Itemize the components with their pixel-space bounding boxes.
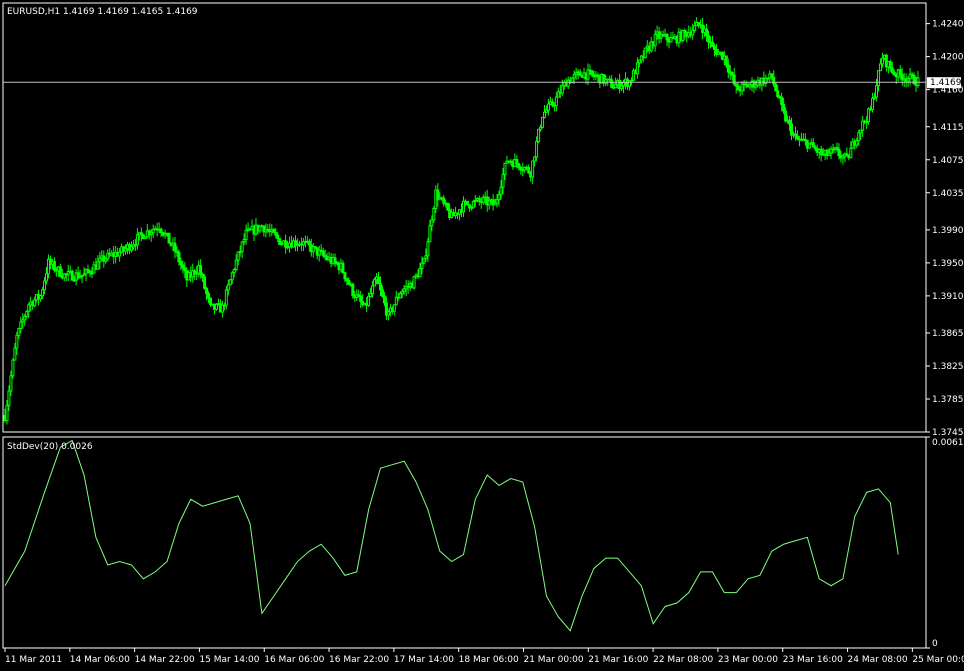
candle [392,304,396,316]
y-tick-label: 1.4035 [932,189,964,199]
candle [58,263,62,278]
y-tick-label: 1.3745 [932,428,964,438]
y-tick-label: 1.3910 [932,292,964,302]
candle [610,75,614,89]
y-tick-label: 0 [932,639,938,649]
x-tick-label: 15 Mar 14:00 [199,655,259,665]
candle [871,92,875,113]
candle [240,241,244,259]
candle [537,128,541,144]
current-price-label: 1.4169 [930,78,962,88]
y-tick-label: 1.3865 [932,329,964,339]
x-tick-label: 17 Mar 14:00 [394,655,454,665]
candle [294,235,297,252]
x-tick-label: 16 Mar 22:00 [329,655,389,665]
candle [481,194,485,205]
y-tick-label: 1.4240 [932,20,964,30]
candles-layer [3,17,920,425]
candle [774,82,778,92]
x-axis: 11 Mar 2011 14 Mar 06:00 14 Mar 22:00 15 Ma… [4,648,964,665]
candle [70,269,74,281]
candle [618,73,622,94]
candle [861,115,865,137]
candle [135,228,139,250]
candle [916,70,920,89]
chart-root: 1.42401.42001.41601.41151.40751.40351.39… [2,2,964,665]
x-tick-label: 11 Mar 2011 [5,655,62,665]
candle [701,17,705,40]
candle [491,194,495,211]
candle [341,260,345,274]
candle [151,224,155,239]
indicator-panel-title: StdDev(20) 0.0026 [7,442,93,452]
candle [819,145,823,162]
candle [412,275,416,290]
y-tick-label: 1.3785 [932,395,964,405]
main-panel-frame [2,2,927,433]
candle [80,274,84,284]
candle [333,253,337,268]
candle [807,143,811,150]
candle [173,236,177,259]
candle [740,81,744,95]
x-tick-label: 16 Mar 06:00 [264,655,324,665]
x-tick-label: 23 Mar 16:00 [783,655,843,665]
candle [505,155,509,164]
y-tick-label: 1.4200 [932,53,964,63]
candle [531,160,535,184]
candle [284,234,288,254]
candle [11,358,15,379]
candle [359,290,363,309]
stddev-line [4,439,899,632]
x-tick-label: 23 Mar 00:00 [718,655,778,665]
candle [578,69,582,76]
candle [442,195,446,207]
candle [541,116,545,129]
candle [66,264,70,281]
candle [301,238,305,252]
y-tick-label: 1.3825 [932,362,964,372]
y-tick-label: 1.3950 [932,259,964,269]
candle [220,300,224,318]
candle [643,47,647,59]
indicator-layer [4,439,899,632]
candle [631,68,635,82]
y-tick-label: 1.3990 [932,226,964,236]
y-tick-label: 1.4075 [932,156,964,166]
candle [461,196,465,217]
x-tick-label: 25 Mar 00:00 [912,655,964,665]
candle [687,25,691,39]
y-tick-label: 0.0061 [932,438,964,448]
y-tick-label: 1.4115 [932,123,964,133]
x-tick-label: 24 Mar 08:00 [848,655,908,665]
candle [811,137,815,148]
x-tick-label: 22 Mar 08:00 [653,655,713,665]
candle [908,67,912,86]
main-panel-title: EURUSD,H1 1.4169 1.4169 1.4165 1.4169 [7,7,198,17]
x-tick-label: 21 Mar 16:00 [588,655,648,665]
x-tick-label: 21 Mar 00:00 [523,655,583,665]
candle [377,271,380,285]
x-tick-label: 14 Mar 06:00 [70,655,130,665]
candle [732,67,736,86]
candle [764,74,768,87]
candle [96,255,100,270]
indicator-panel-frame [2,436,927,649]
candle [167,232,171,244]
x-tick-label: 14 Mar 22:00 [135,655,195,665]
y-axis-indicator: 0.0061 0 [926,436,964,649]
x-tick-label: 18 Mar 06:00 [459,655,519,665]
candle [477,195,481,206]
candle [829,146,833,160]
